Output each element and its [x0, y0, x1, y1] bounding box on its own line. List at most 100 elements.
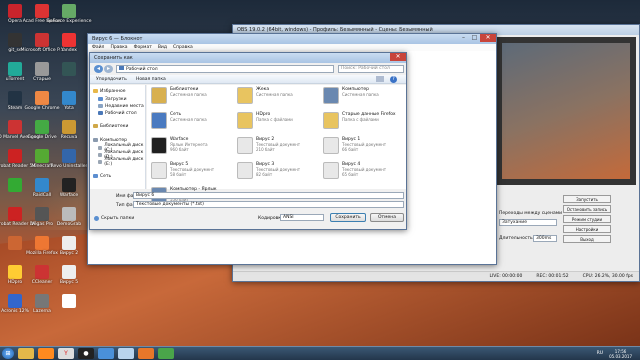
file-item[interactable]: Жека Системная папка	[237, 87, 317, 109]
desktop-icon[interactable]	[2, 176, 28, 204]
file-item[interactable]: Warface Ярлык Интернета 960 байт	[151, 137, 231, 159]
desktop-icon[interactable]: Mozilla Firefox	[26, 234, 58, 262]
desktop-icon[interactable]: RaidCall	[29, 176, 55, 204]
hide-folders-toggle[interactable]: Скрыть папки	[94, 216, 134, 221]
desktop-icon[interactable]: Acrobat Reader 5.0	[0, 147, 37, 175]
new-folder-button[interactable]: Новая папка	[136, 77, 166, 82]
file-item[interactable]: HDpro Папка с файлами	[237, 112, 317, 134]
language-indicator[interactable]: RU	[597, 351, 603, 356]
desktop-icon[interactable]: Microsoft Office P...	[21, 31, 63, 59]
chrome-taskbar-icon[interactable]	[98, 348, 114, 359]
address-bar[interactable]: Рабочий стол	[116, 65, 334, 73]
desktop-icon[interactable]: Acrobat Reader DC	[0, 205, 36, 233]
desktop-icon[interactable]: Google Chrome	[25, 89, 59, 117]
notepad-taskbar-icon[interactable]	[118, 348, 134, 359]
desktop-icon[interactable]: git_se	[2, 31, 28, 59]
filename-input[interactable]: Вирус 6	[133, 192, 404, 199]
desktop-icon[interactable]: Старые	[29, 60, 55, 88]
nav-item[interactable]: Недавние места	[98, 103, 144, 109]
desktop-icon[interactable]: Acronis 12%	[1, 292, 29, 320]
nav-item[interactable]: Избранное	[93, 88, 126, 94]
desktop-icon[interactable]: CCleaner	[29, 263, 55, 291]
save-as-dialog[interactable]: Сохранить как ✕ ◂ ▸ Рабочий стол Поиск: …	[89, 52, 407, 230]
obs-control-button[interactable]: Запустить трансляцию	[563, 195, 611, 209]
view-options-icon[interactable]	[376, 76, 384, 82]
desktop-icon[interactable]: Opera	[2, 2, 28, 30]
desktop-icon[interactable]: Google Drive	[27, 118, 57, 146]
desktop-icon-label: Warface	[59, 193, 79, 198]
desktop-icon[interactable]: Yota	[56, 89, 82, 117]
file-item[interactable]: Вирус 2 Текстовый документ 210 байт	[237, 137, 317, 159]
save-button[interactable]: Сохранить	[330, 213, 366, 222]
obs-taskbar-icon[interactable]: ●	[78, 348, 94, 359]
clock[interactable]: 17:56 05.03.2017	[609, 349, 632, 359]
organize-button[interactable]: Упорядочить	[96, 77, 127, 82]
help-icon[interactable]: ?	[390, 76, 397, 83]
cancel-button[interactable]: Отмена	[370, 213, 404, 222]
file-item[interactable]: Вирус 4 Текстовый документ 65 байт	[323, 162, 403, 184]
desktop-icon[interactable]: Recuva	[56, 118, 82, 146]
desktop-icon[interactable]: Revo Uninstaller	[51, 147, 87, 175]
media-taskbar-icon[interactable]	[38, 348, 54, 359]
file-item[interactable]: Вирус 3 Текстовый документ 82 байт	[237, 162, 317, 184]
desktop-icon[interactable]	[56, 292, 82, 320]
file-item[interactable]: Вирус 5 Текстовый документ 58 байт	[151, 162, 231, 184]
nav-item[interactable]: Сеть	[93, 173, 111, 179]
desktop-icon[interactable]: Acad Free Ярлык	[23, 2, 61, 30]
nav-item[interactable]: Библиотеки	[93, 123, 128, 129]
desktop-icon[interactable]: Вирус 2	[56, 234, 82, 262]
explorer-taskbar-icon[interactable]	[18, 348, 34, 359]
desktop-icon[interactable]: LEGO Marvel Avengers	[0, 118, 41, 146]
obs-control-button[interactable]: Настройки	[563, 225, 611, 233]
menu-item[interactable]: Формат	[134, 45, 152, 50]
desktop-icon[interactable]: HDpro	[2, 263, 28, 291]
menu-item[interactable]: Файл	[92, 45, 104, 50]
start-button[interactable]: ⊞	[2, 348, 14, 359]
nav-item[interactable]: Загрузки	[98, 96, 127, 102]
nav-item[interactable]: Рабочий стол	[98, 110, 137, 116]
minimize-icon[interactable]: –	[458, 34, 469, 42]
file-item[interactable]: Библиотеки Системная папка	[151, 87, 231, 109]
desktop-icon[interactable]: GeForce Experience	[47, 2, 91, 30]
search-input[interactable]: Поиск: Рабочий стол	[338, 65, 404, 73]
desktop-icon[interactable]: uTorrent	[2, 60, 28, 88]
desktop-icon[interactable]: Yandex	[56, 31, 82, 59]
firefox-taskbar-icon[interactable]	[138, 348, 154, 359]
desktop-icon[interactable]: Вирус 5	[56, 263, 82, 291]
obs-control-button[interactable]: Режим студии	[563, 215, 611, 223]
desktop-icon[interactable]	[56, 60, 82, 88]
desktop-icon[interactable]	[2, 234, 28, 262]
file-item[interactable]: Старые данные Firefox Папка с файлами	[323, 112, 403, 134]
desktop-icon[interactable]: Vegas Pro	[29, 205, 55, 233]
obs-duration-input[interactable]: 300ms	[533, 235, 557, 242]
desktop-icon[interactable]: Minecraft	[29, 147, 55, 175]
app-icon	[35, 33, 49, 47]
obs-transition-select[interactable]: Затухание	[499, 219, 557, 226]
desktop-icon[interactable]: Warface	[56, 176, 82, 204]
close-icon[interactable]: ✕	[390, 53, 406, 61]
app-icon	[8, 4, 22, 18]
obs-control-button[interactable]: Остановить запись	[563, 205, 611, 213]
close-icon[interactable]: ✕	[480, 34, 496, 42]
dialog-titlebar[interactable]: Сохранить как	[90, 53, 406, 63]
file-item[interactable]: Вирус 1 Текстовый документ 66 байт	[323, 137, 403, 159]
file-item[interactable]: Сеть Системная папка	[151, 112, 231, 134]
back-button[interactable]: ◂	[94, 65, 103, 73]
file-item[interactable]: Компьютер Системная папка	[323, 87, 403, 109]
steam-taskbar-icon[interactable]	[158, 348, 174, 359]
obs-control-button[interactable]: Выход	[563, 235, 611, 243]
yandex-taskbar-icon[interactable]: Y	[58, 348, 74, 359]
desktop-icon[interactable]: DemoGrab	[56, 205, 82, 233]
encoding-select[interactable]: ANSI	[280, 214, 324, 221]
notepad-titlebar[interactable]: Вирус 6 — Блокнот	[88, 34, 496, 44]
desktop-icon[interactable]: Lazerna	[29, 292, 55, 320]
menu-item[interactable]: Справка	[173, 45, 193, 50]
forward-button[interactable]: ▸	[104, 65, 113, 73]
maximize-icon[interactable]: □	[469, 34, 480, 42]
menu-item[interactable]: Вид	[158, 45, 167, 50]
app-icon	[35, 178, 49, 192]
nav-item[interactable]: Локальный диск (E:)	[98, 157, 145, 167]
filetype-select[interactable]: Текстовые документы (*.txt)	[133, 201, 404, 208]
desktop-icon[interactable]: Steam	[2, 89, 28, 117]
menu-item[interactable]: Правка	[110, 45, 127, 50]
